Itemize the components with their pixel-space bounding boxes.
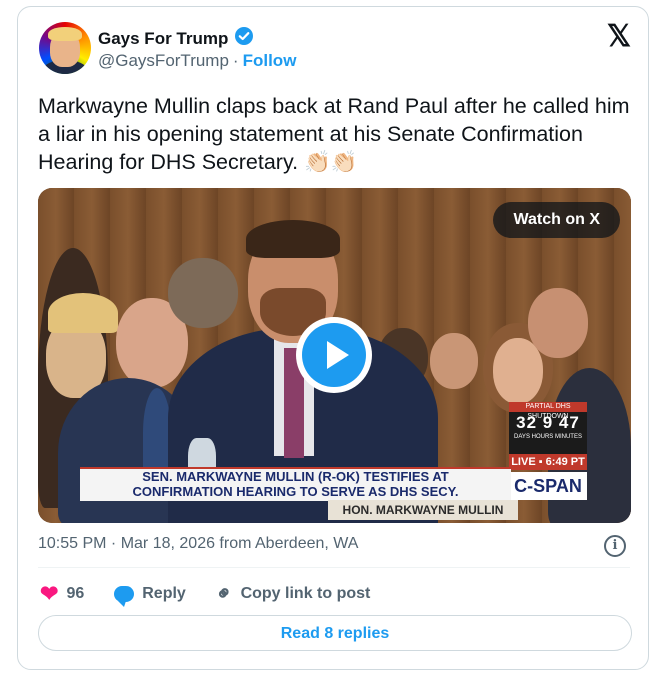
video-chyron: SEN. MARKWAYNE MULLIN (R-OK) TESTIFIES A… <box>80 467 511 501</box>
action-bar: ❤ 96 Reply ⚭ Copy link to post <box>40 580 400 607</box>
shutdown-counter: PARTIAL DHS SHUTDOWN 32 9 47 DAYS HOURS … <box>509 402 587 462</box>
handle-separator: · <box>232 51 239 70</box>
reply-label: Reply <box>142 584 186 602</box>
play-button[interactable] <box>296 317 372 393</box>
author-name-row: Gays For Trump <box>98 26 254 51</box>
x-logo-icon[interactable]: 𝕏 <box>607 22 631 52</box>
chyron-line-1: SEN. MARKWAYNE MULLIN (R-OK) TESTIFIES A… <box>142 469 449 484</box>
reply-bubble-icon <box>114 585 135 607</box>
live-indicator: LIVE ▪ 6:49 PT <box>509 454 587 470</box>
speaker-hair <box>246 220 340 258</box>
verified-badge-icon <box>234 26 254 51</box>
reply-button[interactable]: Reply <box>114 584 186 607</box>
avatar-hair <box>48 27 82 41</box>
like-button[interactable]: ❤ 96 <box>40 580 85 606</box>
network-logo: C-SPAN <box>509 472 587 500</box>
watch-on-x-button[interactable]: Watch on X <box>493 202 620 238</box>
author-handle-row: @GaysForTrump · Follow <box>98 51 296 71</box>
tweet-text: Markwayne Mullin claps back at Rand Paul… <box>38 94 630 174</box>
audience-person <box>528 288 588 358</box>
chyron-line-2: CONFIRMATION HEARING TO SERVE AS DHS SEC… <box>132 484 459 499</box>
divider <box>38 567 630 568</box>
link-icon: ⚭ <box>210 580 239 608</box>
audience-person <box>430 333 478 389</box>
shutdown-label: PARTIAL DHS SHUTDOWN <box>525 403 571 420</box>
copy-link-button[interactable]: ⚭ Copy link to post <box>211 580 371 607</box>
author-avatar[interactable] <box>39 22 91 74</box>
read-replies-button[interactable]: Read 8 replies <box>38 615 632 651</box>
heart-icon: ❤ <box>40 580 59 606</box>
audience-person <box>48 293 118 333</box>
tweet-card: Gays For Trump @GaysForTrump · Follow 𝕏 … <box>17 6 649 670</box>
author-display-name[interactable]: Gays For Trump <box>98 29 228 49</box>
shutdown-units: DAYS HOURS MINUTES <box>514 434 582 440</box>
video-player[interactable]: Watch on X PARTIAL DHS SHUTDOWN 32 9 47 … <box>38 188 631 523</box>
follow-button[interactable]: Follow <box>243 51 297 71</box>
copy-link-label: Copy link to post <box>240 584 371 602</box>
author-handle[interactable]: @GaysForTrump <box>98 51 229 71</box>
like-count: 96 <box>66 584 85 602</box>
tweet-timestamp[interactable]: 10:55 PM · Mar 18, 2026 from Aberdeen, W… <box>38 535 358 553</box>
audience-person <box>143 388 171 478</box>
info-icon[interactable]: i <box>604 535 626 557</box>
speaker-nameplate: HON. MARKWAYNE MULLIN <box>328 500 518 520</box>
audience-person <box>168 258 238 328</box>
play-icon <box>302 323 366 387</box>
